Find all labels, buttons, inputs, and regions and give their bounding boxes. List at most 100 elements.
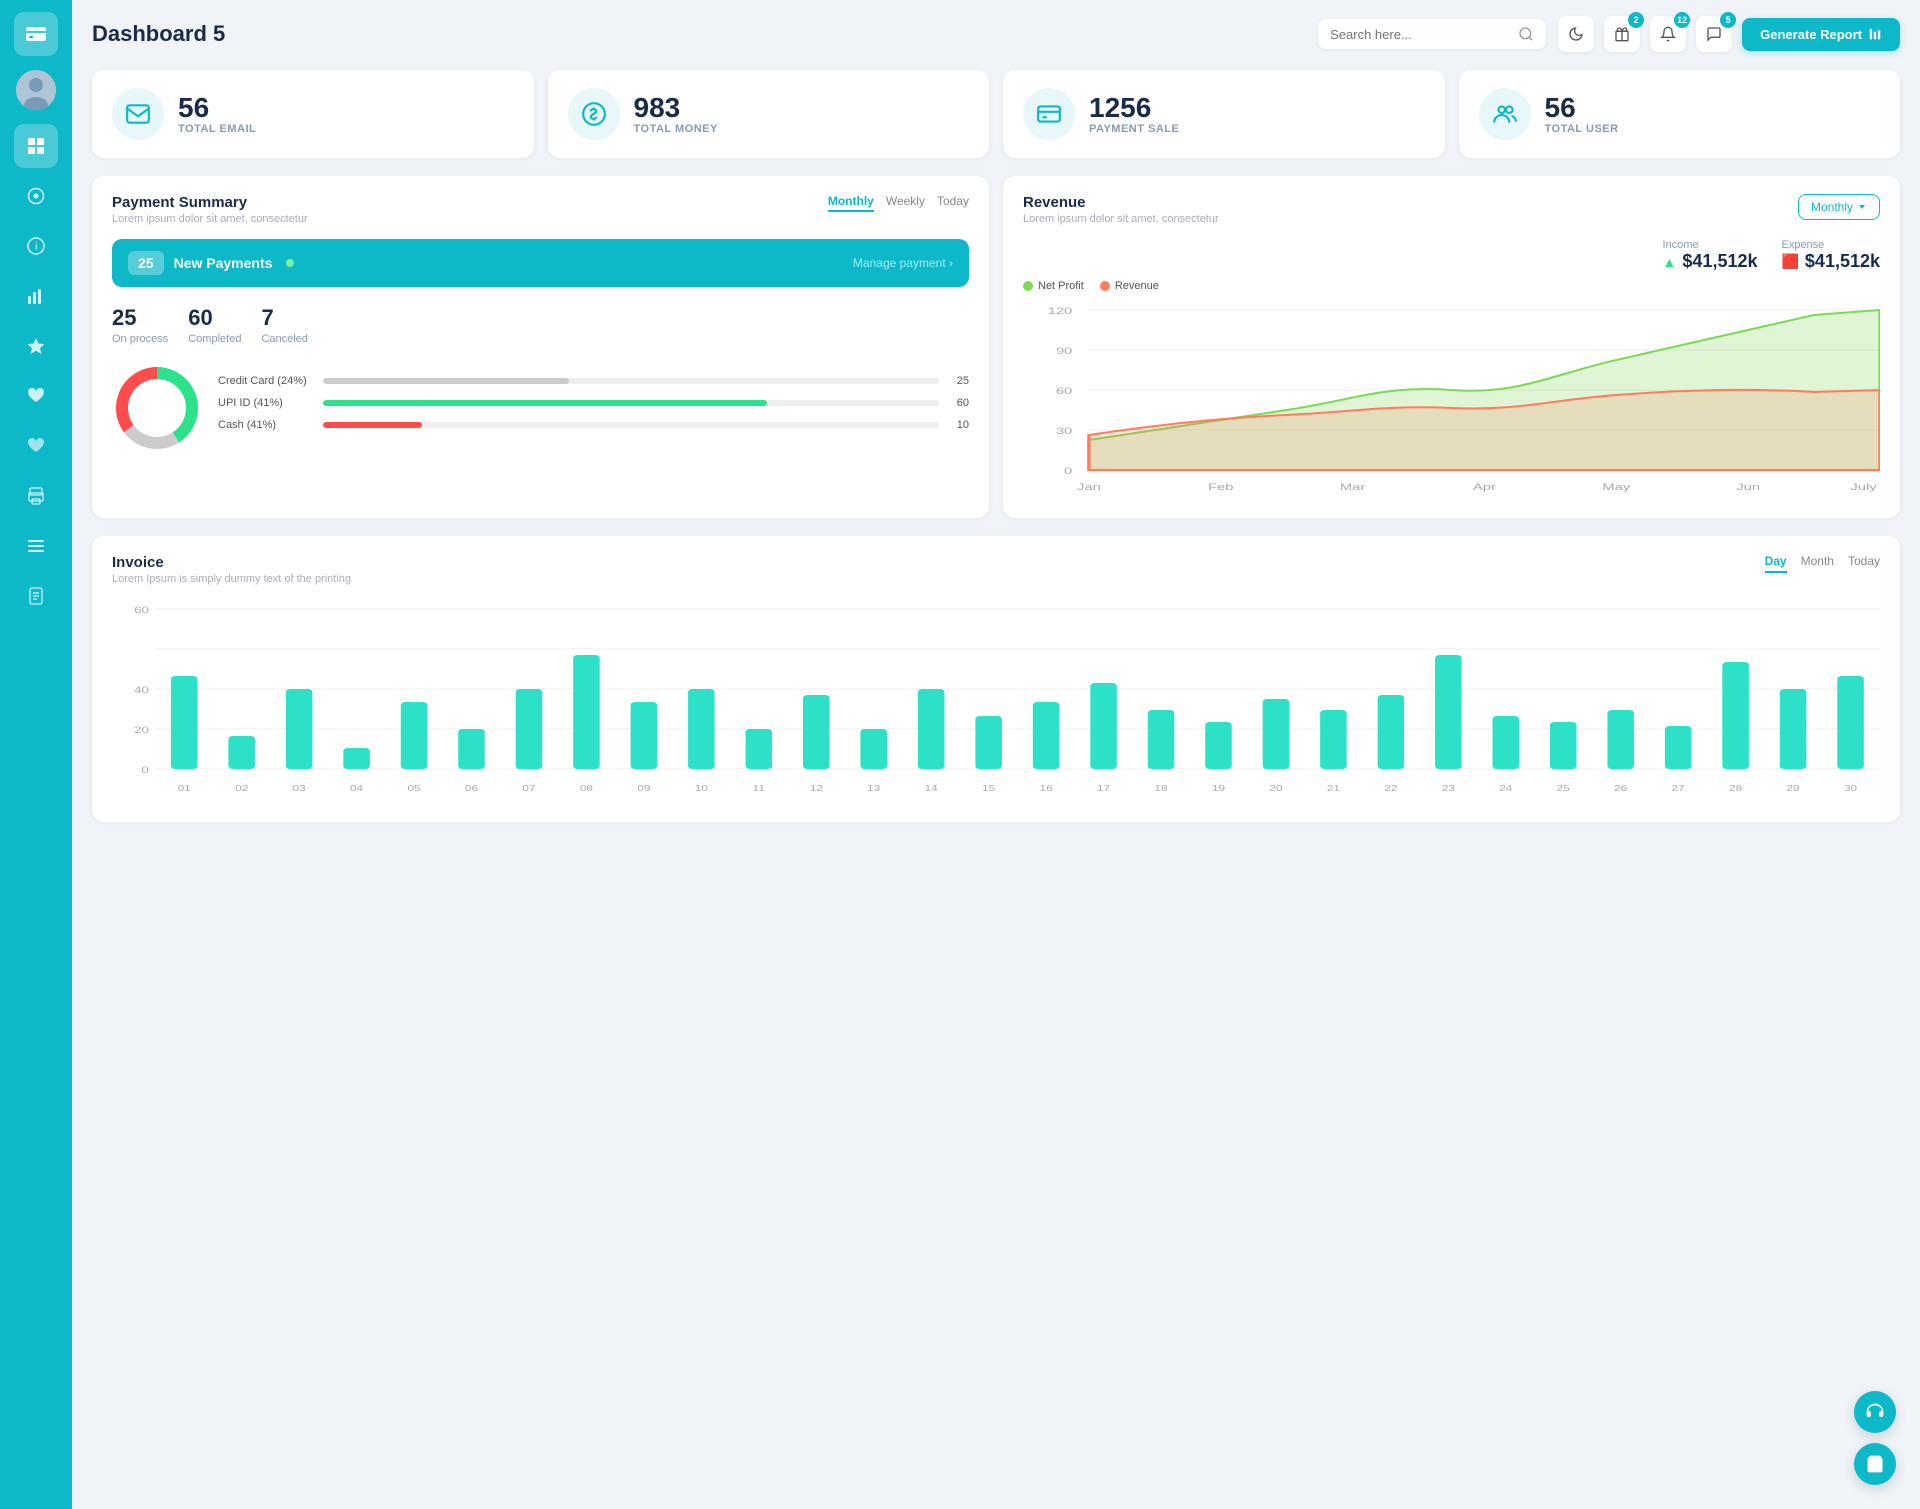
- gift-btn[interactable]: 2: [1604, 16, 1640, 52]
- svg-text:24: 24: [1499, 785, 1513, 794]
- svg-text:120: 120: [1048, 306, 1073, 316]
- sidebar-item-doc[interactable]: [14, 574, 58, 618]
- svg-text:23: 23: [1442, 785, 1456, 794]
- invoice-tab-today[interactable]: Today: [1848, 554, 1880, 573]
- manage-payment-link[interactable]: Manage payment ›: [853, 256, 953, 270]
- stat-card-payment-sale: 1256 PAYMENT SALE: [1003, 70, 1445, 158]
- svg-text:01: 01: [178, 785, 192, 794]
- svg-text:18: 18: [1154, 785, 1168, 794]
- pbar-upi: UPI ID (41%) 60: [218, 397, 969, 409]
- revenue-legend: Net Profit Revenue: [1023, 280, 1880, 292]
- svg-text:60: 60: [134, 606, 149, 616]
- revenue-legend-label: Revenue: [1115, 280, 1159, 292]
- dark-mode-btn[interactable]: [1558, 16, 1594, 52]
- chat-btn[interactable]: 5: [1696, 16, 1732, 52]
- search-icon: [1518, 26, 1534, 42]
- money-icon: [568, 88, 620, 140]
- middle-row: Payment Summary Lorem ipsum dolor sit am…: [92, 176, 1900, 518]
- svg-text:0: 0: [141, 766, 148, 776]
- svg-text:i: i: [35, 241, 37, 253]
- tab-today[interactable]: Today: [937, 194, 969, 212]
- payment-summary-card: Payment Summary Lorem ipsum dolor sit am…: [92, 176, 989, 518]
- on-process-label: On process: [112, 333, 168, 345]
- new-payments-label: New Payments: [174, 255, 273, 271]
- svg-text:17: 17: [1097, 785, 1111, 794]
- svg-text:22: 22: [1384, 785, 1398, 794]
- sidebar-item-list[interactable]: [14, 524, 58, 568]
- canceled-label: Canceled: [261, 333, 307, 345]
- sidebar-item-print[interactable]: [14, 474, 58, 518]
- stat-number-email: 56: [178, 93, 256, 124]
- svg-text:08: 08: [580, 785, 594, 794]
- sidebar-item-star[interactable]: [14, 324, 58, 368]
- stat-label-payment: PAYMENT SALE: [1089, 123, 1179, 135]
- svg-text:Jan: Jan: [1077, 482, 1101, 492]
- cart-fab[interactable]: [1854, 1443, 1896, 1485]
- svg-text:26: 26: [1614, 785, 1628, 794]
- support-fab[interactable]: [1854, 1391, 1896, 1433]
- expense-icon: 🟥: [1781, 253, 1798, 270]
- online-dot: [286, 259, 294, 267]
- header: Dashboard 5 2 12 5 Generate Report: [92, 16, 1900, 52]
- svg-text:14: 14: [925, 785, 939, 794]
- svg-text:06: 06: [465, 785, 479, 794]
- tab-weekly[interactable]: Weekly: [886, 194, 925, 212]
- invoice-tab-month[interactable]: Month: [1801, 554, 1834, 573]
- svg-text:04: 04: [350, 785, 364, 794]
- income-value: $41,512k: [1682, 251, 1757, 272]
- invoice-subtitle: Lorem Ipsum is simply dummy text of the …: [112, 573, 351, 585]
- sidebar-item-dashboard[interactable]: [14, 124, 58, 168]
- sidebar-item-info[interactable]: i: [14, 224, 58, 268]
- search-bar: [1318, 19, 1546, 49]
- bell-btn[interactable]: 12: [1650, 16, 1686, 52]
- svg-text:21: 21: [1327, 785, 1341, 794]
- user-avatar[interactable]: [16, 70, 56, 110]
- invoice-card: Invoice Lorem Ipsum is simply dummy text…: [92, 536, 1900, 822]
- sidebar-item-heart[interactable]: [14, 374, 58, 418]
- revenue-monthly-btn[interactable]: Monthly: [1798, 194, 1880, 220]
- svg-text:40: 40: [134, 686, 149, 696]
- new-payments-bar: 25 New Payments Manage payment ›: [112, 239, 969, 287]
- sidebar-logo[interactable]: [14, 12, 58, 56]
- revenue-card: Revenue Lorem ipsum dolor sit amet, cons…: [1003, 176, 1900, 518]
- payment-method-bars: Credit Card (24%) 25 UPI ID (41%) 60: [218, 375, 969, 441]
- svg-text:13: 13: [867, 785, 881, 794]
- svg-text:60: 60: [1056, 386, 1073, 396]
- svg-text:29: 29: [1787, 785, 1801, 794]
- svg-text:30: 30: [1844, 785, 1858, 794]
- search-input[interactable]: [1330, 27, 1510, 42]
- svg-text:15: 15: [982, 785, 996, 794]
- expense-label: Expense: [1781, 239, 1880, 251]
- svg-text:19: 19: [1212, 785, 1226, 794]
- stat-card-total-user: 56 TOTAL USER: [1459, 70, 1901, 158]
- expense-value: $41,512k: [1805, 251, 1880, 272]
- generate-report-button[interactable]: Generate Report: [1742, 18, 1900, 51]
- payment-summary-title: Payment Summary: [112, 194, 308, 211]
- svg-text:27: 27: [1672, 785, 1686, 794]
- header-icons: 2 12 5 Generate Report: [1558, 16, 1900, 52]
- svg-text:Feb: Feb: [1208, 482, 1234, 492]
- invoice-tab-group: Day Month Today: [1765, 554, 1880, 573]
- new-payments-count: 25: [128, 251, 164, 275]
- tab-monthly[interactable]: Monthly: [828, 194, 874, 212]
- sidebar-item-heart2[interactable]: [14, 424, 58, 468]
- sidebar-item-settings[interactable]: [14, 174, 58, 218]
- svg-text:Apr: Apr: [1473, 482, 1496, 492]
- stat-number-user: 56: [1545, 93, 1619, 124]
- svg-text:03: 03: [293, 785, 307, 794]
- stat-label-user: TOTAL USER: [1545, 123, 1619, 135]
- svg-text:20: 20: [134, 726, 149, 736]
- payment-stats-trio: 25 On process 60 Completed 7 Canceled: [112, 305, 969, 345]
- canceled-number: 7: [261, 305, 307, 331]
- pbar-cash: Cash (41%) 10: [218, 419, 969, 431]
- sidebar-item-chart[interactable]: [14, 274, 58, 318]
- stat-card-total-email: 56 TOTAL EMAIL: [92, 70, 534, 158]
- gift-badge: 2: [1628, 12, 1644, 28]
- svg-text:Jun: Jun: [1736, 482, 1760, 492]
- invoice-tab-day[interactable]: Day: [1765, 554, 1787, 573]
- svg-text:12: 12: [810, 785, 824, 794]
- svg-text:10: 10: [695, 785, 709, 794]
- chat-badge: 5: [1720, 12, 1736, 28]
- sidebar: i: [0, 0, 72, 1509]
- stat-label-money: TOTAL MONEY: [634, 123, 718, 135]
